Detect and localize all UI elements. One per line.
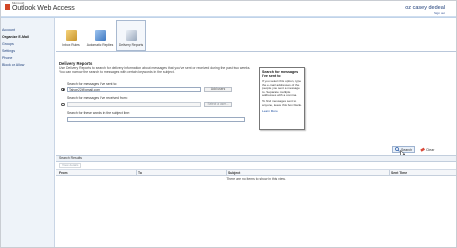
tab-delivery-reports[interactable]: Delivery Reports: [116, 20, 146, 51]
add-users-button[interactable]: Add users: [204, 87, 232, 92]
tab-automatic-replies[interactable]: Automatic Replies: [84, 20, 116, 51]
tab-inbox-rules[interactable]: Inbox Rules: [58, 20, 84, 51]
clear-button[interactable]: Clear: [418, 146, 436, 153]
empty-results-message: There are no items to show in this view.: [226, 177, 286, 181]
search-results-header: Search Results: [56, 155, 456, 162]
delivery-reports-panel: Delivery Reports Use Delivery Reports to…: [56, 52, 456, 247]
column-from[interactable]: From: [59, 170, 67, 176]
view-details-button[interactable]: View details: [59, 163, 82, 168]
nav-item-groups[interactable]: Groups: [2, 42, 14, 47]
select-user-button[interactable]: Select a user...: [204, 102, 232, 107]
help-body-note: To find messages sent to anyone, leave t…: [262, 98, 302, 107]
results-toolbar: View details: [56, 162, 456, 170]
outlook-logo: Microsoft Outlook Web Access: [5, 2, 75, 12]
owa-window: Microsoft Outlook Web Access oz casey de…: [0, 0, 457, 248]
sent-to-label: Search for messages I've sent to:: [67, 82, 118, 86]
sent-to-radio[interactable]: [61, 87, 65, 91]
column-sent-time[interactable]: Sent Time: [391, 170, 407, 176]
received-from-input[interactable]: [67, 102, 201, 107]
results-grid-header: From To Subject Sent Time: [56, 170, 456, 176]
nav-item-settings[interactable]: Settings: [2, 49, 15, 54]
clear-button-label: Clear: [426, 147, 435, 152]
user-info: oz casey dedeal Sign out: [405, 5, 445, 15]
sent-to-input[interactable]: Tahoe22@gmail.com: [67, 87, 201, 92]
delivery-reports-icon: [125, 30, 137, 41]
learn-more-link[interactable]: Learn More: [262, 109, 302, 113]
nav-item-phone[interactable]: Phone: [2, 56, 12, 61]
tab-label: Automatic Replies: [86, 43, 114, 47]
column-to[interactable]: To: [138, 170, 142, 176]
clear-icon: [420, 147, 425, 152]
help-callout: Search for messages I've sent to If you …: [259, 67, 305, 130]
inbox-rules-icon: [65, 30, 77, 41]
automatic-replies-icon: [94, 30, 106, 41]
tab-label: Delivery Reports: [118, 43, 144, 47]
nav-item-block-allow[interactable]: Block or Allow: [2, 63, 24, 68]
help-title: Search for messages I've sent to: [262, 70, 299, 78]
subject-label: Search for these words in the subject li…: [67, 111, 130, 115]
search-actions: Search Clear: [56, 144, 456, 158]
office-logo-icon: [5, 4, 10, 10]
nav-item-account[interactable]: Account: [2, 28, 15, 33]
column-subject[interactable]: Subject: [228, 170, 240, 176]
tab-label: Inbox Rules: [62, 43, 80, 47]
nav-item-organize-email[interactable]: Organize E-Mail: [2, 35, 29, 40]
section-description: Use Delivery Reports to search for deliv…: [59, 66, 251, 75]
help-body: If you select this option, type the e-ma…: [262, 79, 302, 98]
sign-out-link[interactable]: Sign out: [405, 11, 445, 15]
organize-email-tabs: Inbox Rules Automatic Replies Delivery R…: [56, 18, 456, 52]
column-divider: [226, 170, 227, 176]
subject-input[interactable]: [67, 117, 245, 122]
received-from-label: Search for messages I've received from:: [67, 96, 128, 100]
column-divider: [389, 170, 390, 176]
options-nav: Account Organize E-Mail Groups Settings …: [1, 18, 55, 247]
received-from-radio[interactable]: [61, 102, 65, 106]
column-divider: [136, 170, 137, 176]
app-header: Microsoft Outlook Web Access oz casey de…: [1, 1, 456, 16]
product-title: Outlook Web Access: [12, 5, 75, 12]
